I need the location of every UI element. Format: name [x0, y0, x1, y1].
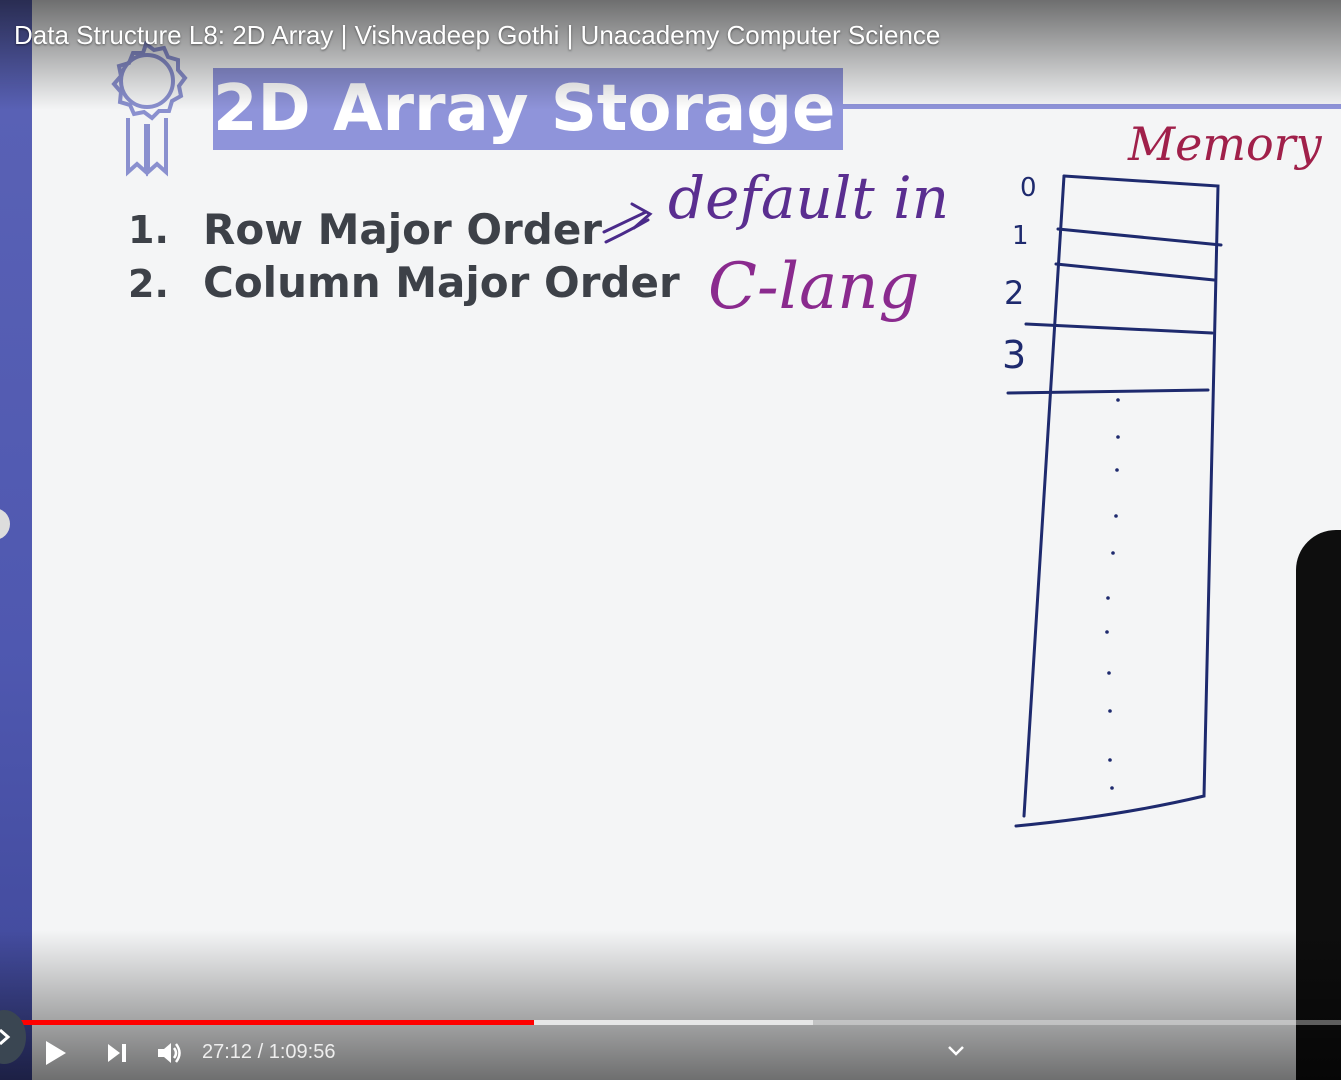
chevron-down-icon: [948, 1046, 964, 1056]
expand-panel-button[interactable]: [0, 1010, 26, 1064]
implies-arrow-icon: [602, 202, 653, 244]
time-display: 27:12 / 1:09:56: [202, 1041, 336, 1063]
memory-label: Memory: [1127, 117, 1323, 171]
play-icon: [46, 1041, 66, 1065]
memory-diagram: [1006, 174, 1223, 828]
play-button[interactable]: [40, 1038, 70, 1068]
memory-index-2: 2: [1004, 274, 1024, 312]
video-player[interactable]: 2D Array Storage 1. Row Major Order 2. C…: [0, 0, 1341, 1080]
memory-index-0: 0: [1020, 173, 1037, 203]
note-c-lang: C-lang: [708, 250, 919, 324]
memory-index-3: 3: [1002, 333, 1026, 377]
chevron-right-icon: [0, 1028, 11, 1046]
memory-index-1: 1: [1012, 221, 1029, 251]
handwriting-layer: default in C-lang Memory 0 1 2 3: [602, 117, 1323, 828]
next-icon: [108, 1044, 126, 1062]
progress-bar[interactable]: [20, 1020, 1341, 1025]
volume-button[interactable]: [155, 1038, 185, 1068]
chevron-button[interactable]: [946, 1044, 966, 1058]
video-title[interactable]: Data Structure L8: 2D Array | Vishvadeep…: [14, 20, 940, 51]
top-overlay: [0, 0, 1341, 110]
note-default-in: default in: [668, 164, 949, 232]
progress-played: [20, 1020, 534, 1025]
volume-icon: [158, 1043, 181, 1063]
memory-dots: [1105, 398, 1120, 790]
next-button[interactable]: [104, 1040, 130, 1066]
